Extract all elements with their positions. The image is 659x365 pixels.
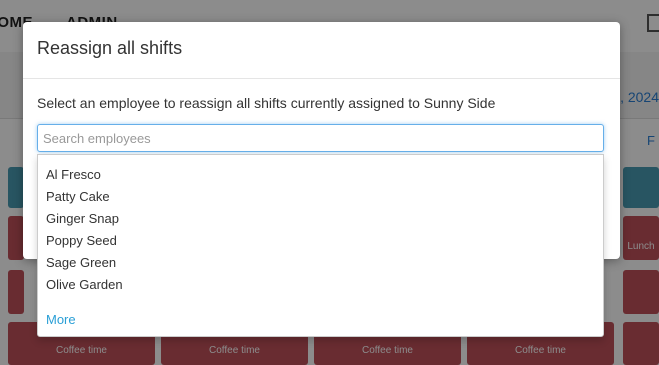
employee-option[interactable]: Ginger Snap bbox=[38, 208, 603, 230]
modal-instruction: Select an employee to reassign all shift… bbox=[37, 95, 496, 111]
employee-option[interactable]: Patty Cake bbox=[38, 186, 603, 208]
modal-header: Reassign all shifts bbox=[23, 22, 620, 79]
more-link[interactable]: More bbox=[46, 312, 76, 327]
employee-option[interactable]: Sage Green bbox=[38, 252, 603, 274]
employee-option[interactable]: Poppy Seed bbox=[38, 230, 603, 252]
employee-dropdown: Al Fresco Patty Cake Ginger Snap Poppy S… bbox=[37, 154, 604, 337]
modal-title: Reassign all shifts bbox=[37, 38, 183, 58]
employee-list: Al Fresco Patty Cake Ginger Snap Poppy S… bbox=[38, 164, 603, 296]
employee-search-input[interactable] bbox=[37, 124, 604, 152]
employee-option[interactable]: Al Fresco bbox=[38, 164, 603, 186]
employee-option[interactable]: Olive Garden bbox=[38, 274, 603, 296]
